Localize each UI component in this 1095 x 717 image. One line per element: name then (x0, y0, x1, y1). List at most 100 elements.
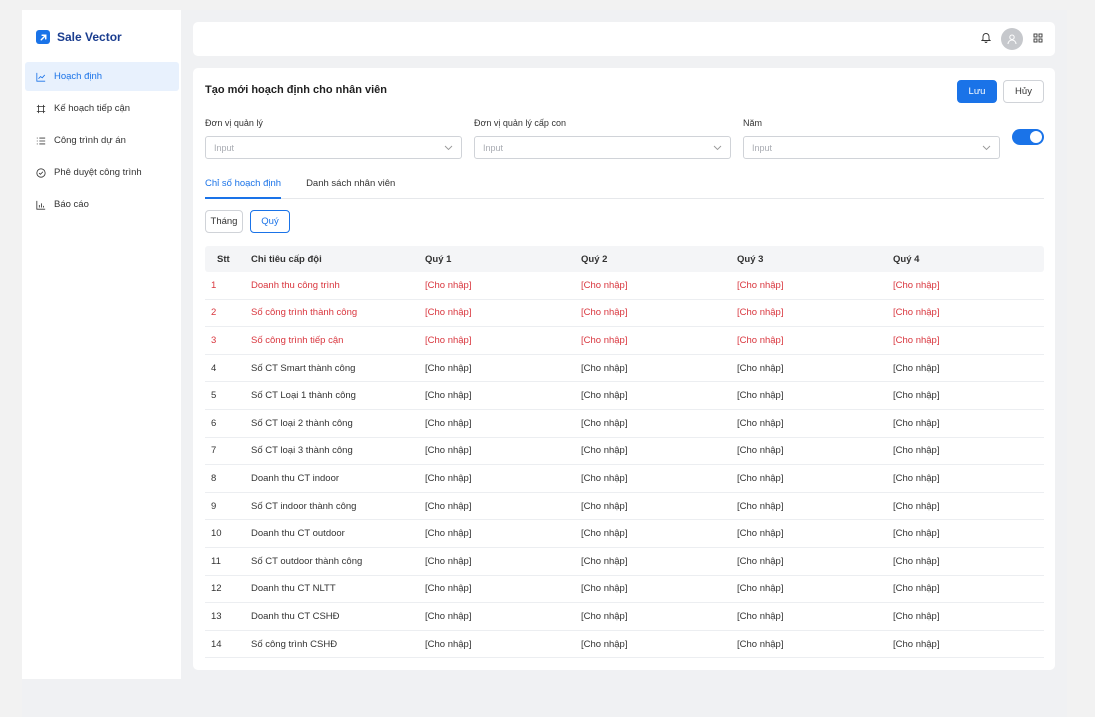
don-vi-cap-con-select[interactable]: Input (474, 136, 731, 159)
cell-quy-1-input[interactable]: [Cho nhập] (425, 583, 581, 594)
cell-quy-2-input[interactable]: [Cho nhập] (581, 335, 737, 346)
cell-quy-1-input[interactable]: [Cho nhập] (425, 473, 581, 484)
cell-quy-2-input[interactable]: [Cho nhập] (581, 501, 737, 512)
sidebar-item-phe-duyet-cong-trinh[interactable]: Phê duyệt công trình (25, 158, 179, 187)
cell-quy-1-input[interactable]: [Cho nhập] (425, 335, 581, 346)
cell-quy-3-input[interactable]: [Cho nhập] (737, 556, 893, 567)
cell-quy-4-input[interactable]: [Cho nhập] (893, 280, 1043, 291)
sidebar-item-hoach-dinh[interactable]: Hoạch định (25, 62, 179, 91)
cell-quy-2-input[interactable]: [Cho nhập] (581, 307, 737, 318)
cell-quy-3-input[interactable]: [Cho nhập] (737, 639, 893, 650)
cell-quy-2-input[interactable]: [Cho nhập] (581, 611, 737, 622)
cell-quy-4-input[interactable]: [Cho nhập] (893, 611, 1043, 622)
select-placeholder: Input (214, 142, 235, 153)
cell-quy-2-input[interactable]: [Cho nhập] (581, 363, 737, 374)
cell-quy-4-input[interactable]: [Cho nhập] (893, 583, 1043, 594)
topbar (193, 22, 1055, 56)
cancel-button[interactable]: Hủy (1003, 80, 1044, 103)
topbar-icons (980, 28, 1043, 50)
cell-quy-3-input[interactable]: [Cho nhập] (737, 501, 893, 512)
cell-stt: 10 (211, 528, 222, 540)
cell-quy-4-input[interactable]: [Cho nhập] (893, 528, 1043, 539)
cell-quy-2-input[interactable]: [Cho nhập] (581, 528, 737, 539)
cell-chi-tieu: Doanh thu công trình (251, 279, 340, 291)
bell-icon[interactable] (980, 32, 992, 46)
cell-quy-4-input[interactable]: [Cho nhập] (893, 418, 1043, 429)
nam-select[interactable]: Input (743, 136, 1000, 159)
cell-quy-1-input[interactable]: [Cho nhập] (425, 501, 581, 512)
chevron-down-icon (982, 145, 991, 150)
cell-quy-4-input[interactable]: [Cho nhập] (893, 335, 1043, 346)
cell-quy-2-input[interactable]: [Cho nhập] (581, 390, 737, 401)
cell-quy-1-input[interactable]: [Cho nhập] (425, 611, 581, 622)
cell-quy-1-input[interactable]: [Cho nhập] (425, 445, 581, 456)
cell-quy-1-input[interactable]: [Cho nhập] (425, 390, 581, 401)
cell-quy-2-input[interactable]: [Cho nhập] (581, 556, 737, 567)
cell-chi-tieu: Doanh thu CT indoor (251, 472, 340, 484)
cell-quy-1-input[interactable]: [Cho nhập] (425, 363, 581, 374)
cell-quy-4-input[interactable]: [Cho nhập] (893, 363, 1043, 374)
cell-quy-3-input[interactable]: [Cho nhập] (737, 280, 893, 291)
table-row: 9 Số CT indoor thành công [Cho nhập] [Ch… (205, 493, 1044, 521)
cell-quy-1-input[interactable]: [Cho nhập] (425, 418, 581, 429)
cell-quy-4-input[interactable]: [Cho nhập] (893, 445, 1043, 456)
brand-name: Sale Vector (57, 30, 122, 44)
cell-quy-4-input[interactable]: [Cho nhập] (893, 307, 1043, 318)
cell-quy-3-input[interactable]: [Cho nhập] (737, 418, 893, 429)
cell-quy-1-input[interactable]: [Cho nhập] (425, 528, 581, 539)
cell-quy-4-input[interactable]: [Cho nhập] (893, 390, 1043, 401)
select-placeholder: Input (483, 142, 504, 153)
period-month-button[interactable]: Tháng (205, 210, 243, 233)
table-row: 4 Số CT Smart thành công [Cho nhập] [Cho… (205, 355, 1044, 383)
save-button[interactable]: Lưu (957, 80, 997, 103)
tab-chi-so-hoach-dinh[interactable]: Chỉ số hoạch định (205, 178, 282, 199)
field-label-don-vi-quan-ly: Đơn vị quản lý (205, 118, 263, 128)
cell-quy-4-input[interactable]: [Cho nhập] (893, 501, 1043, 512)
toggle-switch[interactable] (1012, 129, 1044, 145)
cell-quy-3-input[interactable]: [Cho nhập] (737, 583, 893, 594)
cell-quy-2-input[interactable]: [Cho nhập] (581, 583, 737, 594)
cell-quy-3-input[interactable]: [Cho nhập] (737, 363, 893, 374)
sidebar-item-ke-hoach-tiep-can[interactable]: Kế hoạch tiếp cận (25, 94, 179, 123)
cell-quy-2-input[interactable]: [Cho nhập] (581, 445, 737, 456)
select-placeholder: Input (752, 142, 773, 153)
cell-quy-1-input[interactable]: [Cho nhập] (425, 639, 581, 650)
chevron-down-icon (713, 145, 722, 150)
cell-quy-4-input[interactable]: [Cho nhập] (893, 473, 1043, 484)
cell-quy-2-input[interactable]: [Cho nhập] (581, 418, 737, 429)
sidebar-item-cong-trinh-du-an[interactable]: Công trình dự án (25, 126, 179, 155)
cell-quy-3-input[interactable]: [Cho nhập] (737, 335, 893, 346)
cell-quy-3-input[interactable]: [Cho nhập] (737, 611, 893, 622)
cell-quy-3-input[interactable]: [Cho nhập] (737, 473, 893, 484)
sidebar-item-bao-cao[interactable]: Báo cáo (25, 190, 179, 219)
table-row: 7 Số CT loại 3 thành công [Cho nhập] [Ch… (205, 438, 1044, 466)
line-chart-icon (36, 72, 46, 82)
period-quarter-button[interactable]: Quý (250, 210, 290, 233)
cell-quy-3-input[interactable]: [Cho nhập] (737, 307, 893, 318)
cell-quy-3-input[interactable]: [Cho nhập] (737, 528, 893, 539)
cell-quy-3-input[interactable]: [Cho nhập] (737, 390, 893, 401)
table-row: 13 Doanh thu CT CSHĐ [Cho nhập] [Cho nhậ… (205, 603, 1044, 631)
grid-icon[interactable] (1033, 33, 1043, 46)
cell-quy-2-input[interactable]: [Cho nhập] (581, 473, 737, 484)
cell-stt: 14 (211, 638, 222, 650)
tab-danh-sach-nhan-vien[interactable]: Danh sách nhân viên (306, 178, 395, 199)
cell-quy-4-input[interactable]: [Cho nhập] (893, 639, 1043, 650)
cell-chi-tieu: Số CT loại 2 thành công (251, 417, 353, 429)
cell-quy-1-input[interactable]: [Cho nhập] (425, 280, 581, 291)
table-header: Stt Chỉ tiêu cấp đội Quý 1 Quý 2 Quý 3 Q… (205, 246, 1044, 272)
cell-quy-3-input[interactable]: [Cho nhập] (737, 445, 893, 456)
cell-quy-1-input[interactable]: [Cho nhập] (425, 556, 581, 567)
field-label-don-vi-cap-con: Đơn vị quản lý cấp con (474, 118, 566, 128)
cell-quy-2-input[interactable]: [Cho nhập] (581, 280, 737, 291)
brand[interactable]: Sale Vector (36, 29, 122, 45)
cell-quy-2-input[interactable]: [Cho nhập] (581, 639, 737, 650)
cell-quy-1-input[interactable]: [Cho nhập] (425, 307, 581, 318)
cell-chi-tieu: Doanh thu CT outdoor (251, 528, 345, 540)
column-header-chi-tieu: Chỉ tiêu cấp đội (251, 253, 322, 265)
cell-chi-tieu: Số CT Loại 1 thành công (251, 390, 356, 402)
cell-quy-4-input[interactable]: [Cho nhập] (893, 556, 1043, 567)
page-title: Tạo mới hoạch định cho nhân viên (205, 84, 387, 96)
don-vi-quan-ly-select[interactable]: Input (205, 136, 462, 159)
avatar-icon[interactable] (1001, 28, 1023, 50)
